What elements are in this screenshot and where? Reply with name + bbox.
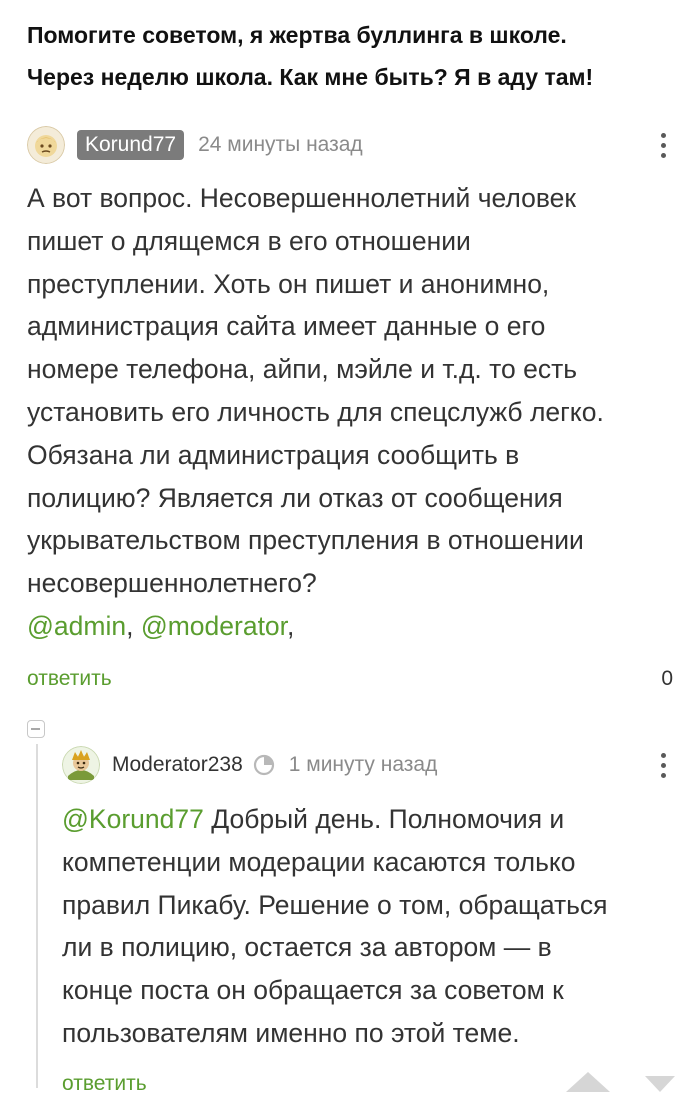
dot [660,752,666,758]
mention-link-moderator[interactable]: @moderator [141,611,287,641]
comment-text-line: компетенции модерации касаются только [62,846,576,877]
thread-line[interactable] [36,744,38,1088]
user-avatar-icon[interactable] [27,126,65,164]
comment-timestamp[interactable]: 24 минуты назад [198,133,363,157]
comment-author[interactable]: Moderator238 [112,753,243,777]
comment-text-line: Обязана ли администрация сообщить в [27,439,520,470]
post-title[interactable]: Помогите советом, я жертва буллинга в шк… [27,14,687,98]
comment-text-line: укрывательством преступления в отношении [27,525,584,556]
post-title-line: Помогите советом, я жертва буллинга в шк… [27,22,567,48]
moderator-avatar-icon[interactable] [62,746,100,784]
comment-text-line: полицию? Является ли отказ от сообщения [27,482,563,513]
mention-separator: , [126,610,141,641]
comment-body: @Korund77 Добрый день. Полномочия и комп… [62,798,682,1055]
comment-text-line: @Korund77 Добрый день. Полномочия и [62,798,682,841]
comment-text-line: номере телефона, айпи, мэйле и т.д. то е… [27,354,578,385]
more-options-button[interactable] [651,747,675,783]
reply-button[interactable]: ответить [62,1072,147,1096]
comment-text-line: администрация сайта имеет данные о его [27,311,546,342]
moderator-badge-icon [253,754,275,776]
comment-body: А вот вопрос. Несовершеннолетний человек… [27,177,687,648]
reply-button[interactable]: ответить [27,667,112,691]
comment-text-line: правил Пикабу. Решение о том, обращаться [62,889,608,920]
comment-text-line: конце поста он обращается за советом к [62,975,564,1006]
comment-text-line: А вот вопрос. Несовершеннолетний человек [27,183,576,213]
post-title-line: Через неделю школа. Как мне быть? Я в ад… [27,64,594,90]
comment-text-line: ли в полицию, остается за автором — в [62,932,552,963]
comment-text-line: пишет о длящемся в его отношении [27,225,471,256]
more-options-button[interactable] [651,127,675,163]
comment-text-line: несовершеннолетнего? [27,568,317,599]
comment-author[interactable]: Korund77 [77,130,185,160]
comment-header: Korund77 24 минуты назад [27,125,675,165]
mention-link-admin[interactable]: @admin [27,611,126,641]
dot [660,772,666,778]
mention-link-korund77[interactable]: @Korund77 [62,804,204,834]
dot [660,142,666,148]
comment-text-line: установить его личность для спецслужб ле… [27,396,604,427]
comment-text: Добрый день. Полномочия и [203,804,565,834]
comment-text-line: преступлении. Хоть он пишет и анонимно, [27,268,550,299]
collapse-thread-button[interactable] [27,720,45,738]
comment-header: Moderator238 1 минуту назад [62,745,675,785]
comment-text-line: пользователям именно по этой теме. [62,1017,520,1048]
mention-trailing: , [287,610,295,641]
mentions-line: @admin, @moderator, [27,605,687,648]
dot [660,762,666,768]
comment-timestamp[interactable]: 1 минуту назад [289,753,438,777]
comment-rating: 0 [661,667,673,690]
dot [660,132,666,138]
dot [660,152,666,158]
